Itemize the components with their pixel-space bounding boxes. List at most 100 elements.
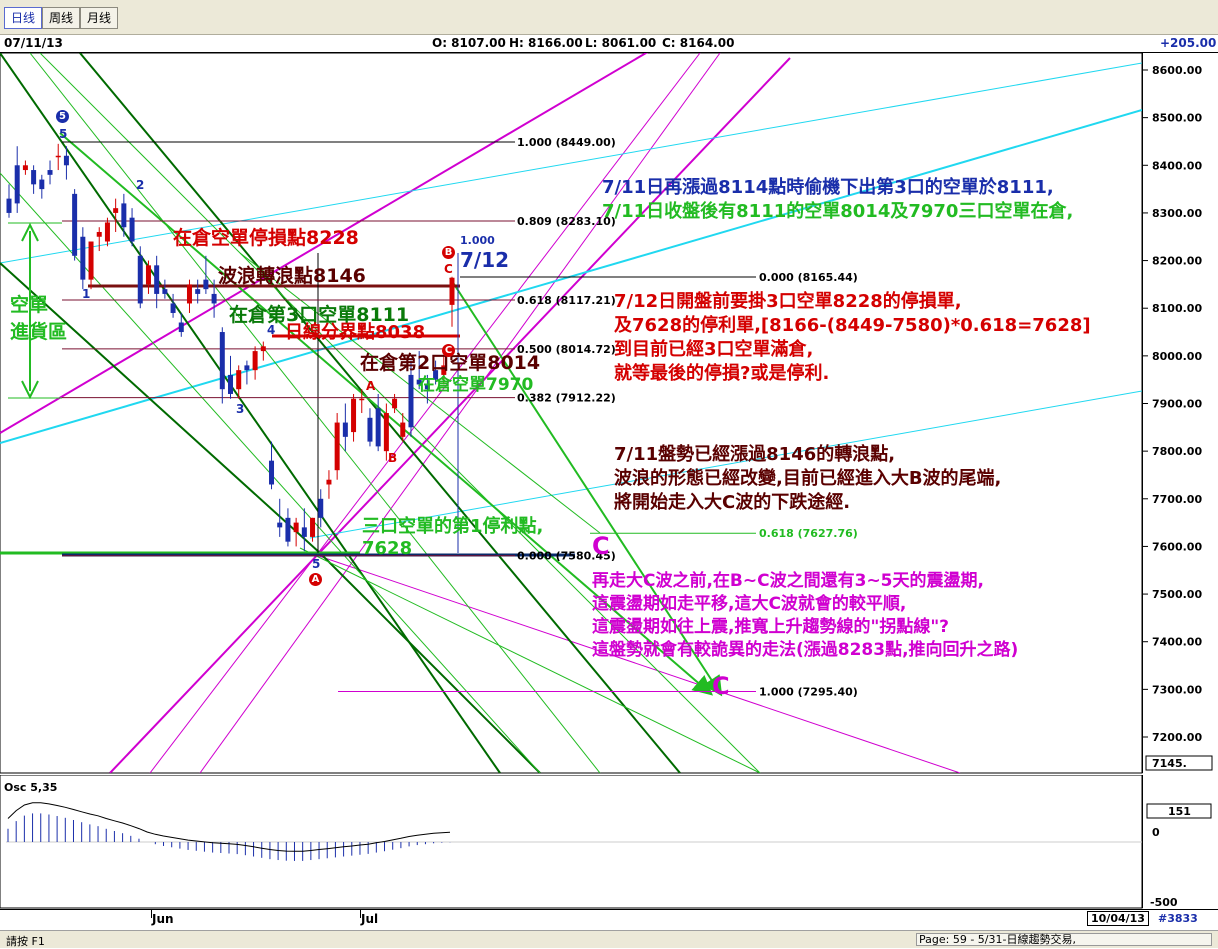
candle-body bbox=[31, 170, 37, 185]
note-darkred-2: 波浪的形態已經改變,目前已經進入大B波的尾端, bbox=[614, 468, 1002, 489]
low-value: L: 8061.00 bbox=[585, 36, 657, 50]
candle-body bbox=[104, 222, 110, 242]
osc-tick-zero: 0 bbox=[1152, 826, 1160, 839]
candle-body bbox=[162, 289, 168, 294]
fib-level-label: 1.000 (8449.00) bbox=[517, 136, 616, 149]
y-tick-label: 7800.00 bbox=[1152, 445, 1202, 458]
short1-label: 在倉空單7970 bbox=[418, 375, 534, 395]
candle-body bbox=[351, 398, 357, 433]
candle-body bbox=[137, 255, 143, 304]
candle-body bbox=[383, 413, 389, 452]
y-tick-label: 7400.00 bbox=[1152, 636, 1202, 649]
x-label-jun: Jun bbox=[152, 912, 174, 926]
candle-body bbox=[55, 155, 61, 158]
red-note: 7/12日開盤前要掛3口空單8228的停損單, 及7628的停利單,[8166-… bbox=[614, 290, 1091, 386]
note-magenta-1: 再走大C波之前,在B~C波之間還有3~5天的震盪期, bbox=[592, 571, 984, 591]
wave-a-circle: A bbox=[309, 573, 322, 586]
candle-body bbox=[129, 217, 135, 242]
stop-loss-label: 在倉空單停損點8228 bbox=[173, 227, 359, 249]
y-tick-label: 8200.00 bbox=[1152, 255, 1202, 268]
note-darkred-1: 7/11盤勢已經漲過8146的轉浪點, bbox=[614, 444, 896, 465]
osc-value: 151 bbox=[1168, 805, 1191, 818]
candle-body bbox=[145, 265, 151, 285]
wave-5-low-label: 5 bbox=[312, 557, 321, 571]
wave-2-label: 2 bbox=[136, 178, 145, 192]
y-tick-label: 8000.00 bbox=[1152, 350, 1202, 363]
oscillator-panel[interactable]: Osc 5,35 151 0 -500 bbox=[0, 775, 1218, 909]
big-c-bottom-label: C bbox=[712, 672, 730, 700]
candle-body bbox=[228, 374, 233, 394]
bar-number: #3833 bbox=[1158, 912, 1198, 925]
candle-body bbox=[195, 289, 201, 294]
wave-c-circle: C bbox=[442, 344, 455, 357]
wave-3-label: 3 bbox=[236, 402, 245, 416]
candle-body bbox=[285, 517, 291, 542]
bar-date: 07/11/13 bbox=[4, 36, 63, 50]
candle-body bbox=[72, 193, 78, 256]
osc-title: Osc 5,35 bbox=[4, 781, 57, 794]
candle-body bbox=[244, 365, 250, 371]
candle-body bbox=[22, 165, 28, 171]
candle-body bbox=[203, 279, 209, 290]
time-axis: Jun Jul 10/04/13 #3833 bbox=[0, 909, 1218, 930]
fib-level-label: 0.618 (7627.76) bbox=[759, 527, 858, 540]
end-date-box: 10/04/13 bbox=[1087, 911, 1149, 926]
wave-a-label: A bbox=[366, 379, 376, 393]
take-profit-line1: 三口空單的第1停利點, bbox=[362, 516, 544, 537]
y-axis-border bbox=[1142, 53, 1143, 773]
y-tick-label: 7600.00 bbox=[1152, 540, 1202, 553]
note-magenta-4: 這盤勢就會有較詭異的走法(漲過8283點,推向回升之路) bbox=[592, 640, 1019, 660]
y-tick-label: 8100.00 bbox=[1152, 302, 1202, 315]
fib-level-label: 0.809 (8283.10) bbox=[517, 215, 616, 228]
wave-b-circle: B bbox=[442, 246, 455, 259]
candle-body bbox=[219, 332, 225, 390]
candle-body bbox=[6, 198, 12, 213]
candle-body bbox=[211, 293, 217, 304]
candle-body bbox=[392, 398, 398, 409]
note-red-4: 就等最後的停損?或是停利. bbox=[614, 363, 830, 384]
last-price-label: 7145. bbox=[1152, 757, 1187, 770]
wave-c-label: C bbox=[444, 262, 453, 276]
x-label-jul: Jul bbox=[361, 912, 379, 926]
candle-body bbox=[408, 374, 414, 428]
status-page: Page: 59 - 5/31-日線趨勢交易, bbox=[916, 933, 1212, 946]
close-value: C: 8164.00 bbox=[662, 36, 735, 50]
candle-body bbox=[39, 179, 45, 190]
candle-body bbox=[236, 370, 242, 390]
candle-body bbox=[310, 517, 316, 537]
wave-b-label: B bbox=[388, 451, 398, 465]
note-magenta-3: 這震盪期如往上震,推寬上升趨勢線的"拐點線"? bbox=[592, 617, 950, 637]
candle-body bbox=[113, 208, 119, 213]
entry-zone-label: 空單 進貨區 bbox=[10, 290, 67, 344]
wave-5-label: 5 bbox=[59, 127, 68, 141]
fib-level-label: 1.000 (7295.40) bbox=[759, 686, 858, 699]
price-chart[interactable]: 1.000 (8449.00) 0.809 (8283.10) 0.618 (811… bbox=[0, 53, 1218, 775]
candle-body bbox=[367, 417, 373, 442]
candle-body bbox=[301, 527, 307, 537]
candle-body bbox=[47, 170, 53, 175]
note-darkred-3: 將開始走入大C波的下跌途經. bbox=[614, 492, 851, 513]
candle-body bbox=[277, 522, 283, 528]
high-value: H: 8166.00 bbox=[509, 36, 583, 50]
candle-body bbox=[269, 460, 275, 485]
wave-4-label: 4 bbox=[267, 323, 276, 337]
candle-body bbox=[293, 522, 299, 533]
candle-body bbox=[334, 422, 340, 471]
entry-zone-line2: 進貨區 bbox=[10, 321, 68, 343]
take-profit-line2: 7628 bbox=[362, 538, 413, 559]
candle-body bbox=[252, 351, 258, 371]
wave-5-circle: 5 bbox=[56, 110, 69, 123]
y-tick-label: 7700.00 bbox=[1152, 493, 1202, 506]
fib-level-label: 1.000 bbox=[460, 234, 495, 247]
candle-body bbox=[260, 346, 266, 352]
note-green-2: 7/11日收盤後有8111的空單8014及7970三口空單在倉, bbox=[602, 201, 1074, 222]
fib-level-label: 0.618 (8117.21) bbox=[517, 294, 616, 307]
blue-green-note: 7/11日再漲過8114點時偷機下出第3口的空單於8111, 7/11日收盤後有… bbox=[602, 176, 1073, 224]
tab-daily[interactable]: 日线 bbox=[4, 7, 42, 29]
tab-monthly[interactable]: 月线 bbox=[80, 7, 118, 29]
candle-body bbox=[359, 398, 365, 401]
note-red-1: 7/12日開盤前要掛3口空單8228的停損單, bbox=[614, 291, 962, 312]
candle-body bbox=[88, 241, 94, 280]
tab-weekly[interactable]: 周线 bbox=[42, 7, 80, 29]
note-red-3: 到目前已經3口空單滿倉, bbox=[614, 339, 814, 360]
